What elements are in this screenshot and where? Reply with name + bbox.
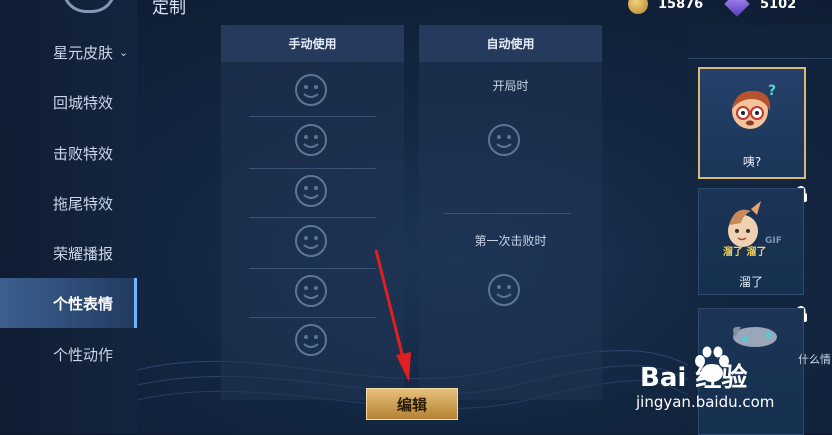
manual-use-panel: 手动使用 xyxy=(221,25,404,400)
sidebar-item-label: 个性动作 xyxy=(53,345,114,364)
watermark-url: jingyan.baidu.com xyxy=(636,393,775,411)
sidebar: 星元皮肤 ⌄ 回城特效 击败特效 拖尾特效 荣耀播报 个性表情 个性动作 xyxy=(0,0,137,433)
sidebar-item-label: 回城特效 xyxy=(53,93,114,112)
gif-badge: GIF xyxy=(765,236,782,246)
gem-value: 5102 xyxy=(760,0,797,12)
emote-card-selected[interactable]: ? 咦? xyxy=(698,67,806,179)
manual-use-header: 手动使用 xyxy=(221,25,404,62)
empty-emote-slot-icon[interactable] xyxy=(487,273,521,307)
sidebar-item-glory-broadcast[interactable]: 荣耀播报 xyxy=(0,228,137,278)
coin-icon xyxy=(628,0,648,14)
slot-divider xyxy=(249,317,376,318)
trigger-label-first-kill: 第一次击败时 xyxy=(474,234,547,248)
auto-use-panel: 自动使用 开局时 第一次击败时 xyxy=(419,25,602,400)
baidu-jingyan-watermark: Bai 经验 jingyan.baidu.com xyxy=(636,345,826,415)
empty-emote-slot-icon[interactable] xyxy=(487,123,521,157)
empty-emote-slot-icon[interactable] xyxy=(294,73,328,107)
slot-divider xyxy=(444,213,571,214)
running-character-emote-icon: 溜了 溜了 GIF xyxy=(723,201,782,258)
sidebar-item-recall-effect[interactable]: 回城特效 xyxy=(0,77,137,127)
empty-emote-slot-icon[interactable] xyxy=(294,323,328,357)
sidebar-item-label: 荣耀播报 xyxy=(53,244,114,263)
empty-emote-slot-icon[interactable] xyxy=(294,174,328,208)
svg-text:?: ? xyxy=(768,83,776,99)
empty-emote-slot-icon[interactable] xyxy=(294,224,328,258)
page-title: 定制 xyxy=(152,0,186,18)
game-logo xyxy=(62,0,116,13)
empty-emote-slot-icon[interactable] xyxy=(294,274,328,308)
gem-balance: 5102 xyxy=(724,0,797,17)
sidebar-item-kill-effect[interactable]: 击败特效 xyxy=(0,128,137,178)
sidebar-item-label: 星元皮肤 xyxy=(53,43,114,62)
watermark-brand: Bai 经验 xyxy=(640,363,748,393)
emote-card-label: 溜了 xyxy=(738,275,763,289)
slot-divider xyxy=(249,116,376,117)
sidebar-item-label: 拖尾特效 xyxy=(53,194,114,213)
slot-divider xyxy=(249,217,376,218)
sidebar-item-actions[interactable]: 个性动作 xyxy=(0,329,137,379)
slot-divider xyxy=(249,268,376,269)
trigger-label-game-start: 开局时 xyxy=(492,79,529,93)
empty-emote-slot-icon[interactable] xyxy=(294,123,328,157)
coin-value: 15876 xyxy=(658,0,704,12)
sidebar-item-emotes[interactable]: 个性表情 xyxy=(0,278,137,328)
emote-list-header xyxy=(688,25,832,59)
emote-card-label: 咦? xyxy=(742,155,762,169)
sidebar-item-trail-effect[interactable]: 拖尾特效 xyxy=(0,178,137,228)
coin-balance: 15876 xyxy=(628,0,703,14)
sidebar-item-skins[interactable]: 星元皮肤 ⌄ xyxy=(0,27,137,77)
sidebar-item-label: 个性表情 xyxy=(53,294,114,313)
slot-divider xyxy=(249,168,376,169)
edit-button[interactable]: 编辑 xyxy=(366,388,458,420)
surprised-character-emote-icon: ? xyxy=(732,83,776,129)
emote-card-locked[interactable]: 溜了 溜了 GIF 溜了 xyxy=(698,188,804,295)
emote-caption: 溜了 溜了 xyxy=(723,245,766,258)
sidebar-item-label: 击败特效 xyxy=(53,144,114,163)
auto-use-header: 自动使用 xyxy=(419,25,602,62)
gem-icon xyxy=(724,0,750,17)
chevron-down-icon: ⌄ xyxy=(119,45,129,59)
